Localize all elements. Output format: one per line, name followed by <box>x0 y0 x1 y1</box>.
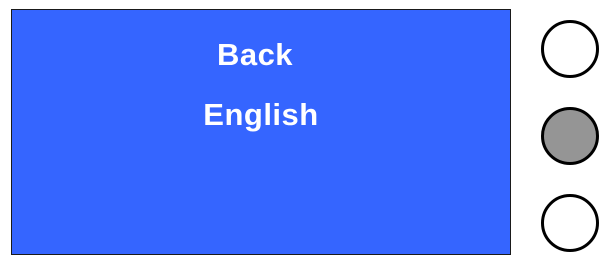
menu-item-back[interactable]: Back <box>6 37 504 73</box>
bottom-round-button[interactable] <box>541 194 599 252</box>
top-round-button[interactable] <box>541 20 599 78</box>
menu-item-english[interactable]: English <box>12 97 510 133</box>
display-screen: Back English <box>11 9 511 255</box>
middle-round-button[interactable] <box>541 107 599 165</box>
